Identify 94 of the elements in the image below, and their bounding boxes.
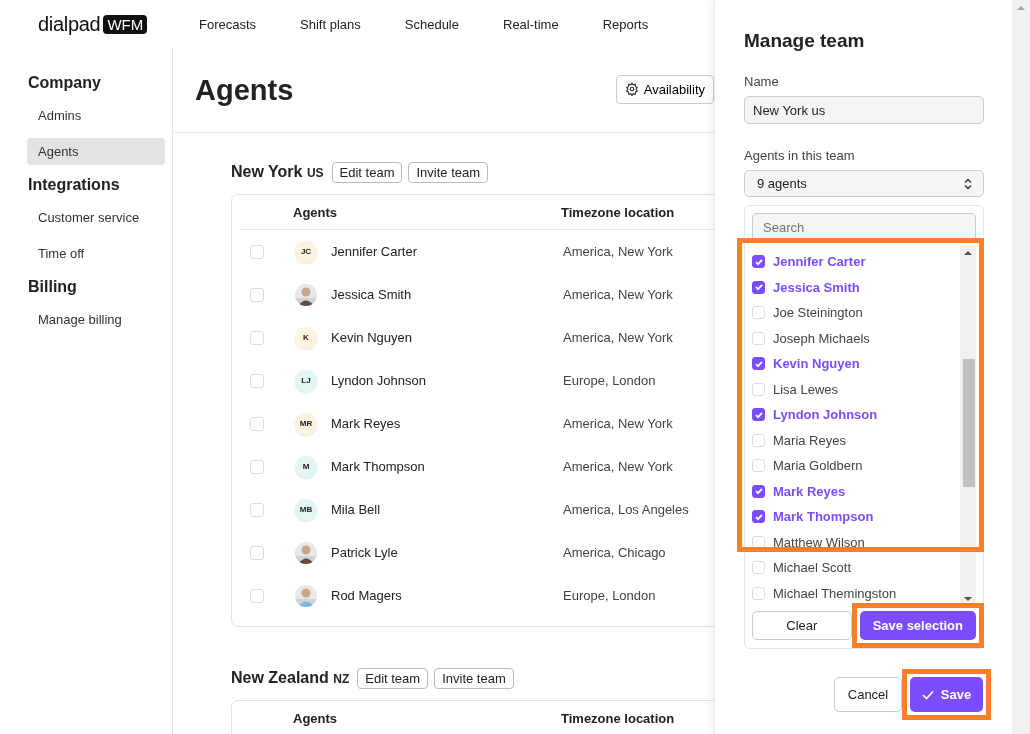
edit-team-button[interactable]: Edit team: [357, 667, 429, 689]
row-checkbox[interactable]: [250, 416, 264, 431]
sidebar-heading: Billing: [28, 278, 77, 296]
nav-link[interactable]: Forecasts: [199, 16, 257, 32]
timezone-cell: America, New York: [563, 287, 673, 302]
row-checkbox[interactable]: [250, 459, 264, 474]
team-name: New Zealand NZ: [231, 669, 350, 687]
logo-badge: WFM: [103, 14, 148, 34]
team-name: New York US: [231, 163, 324, 181]
agent-option[interactable]: Jessica Smith: [773, 279, 860, 295]
row-checkbox[interactable]: [250, 330, 264, 345]
save-selection-button[interactable]: Save selection: [859, 611, 976, 640]
agent-name: Mark Thompson: [331, 459, 426, 474]
invite-team-button[interactable]: Invite team: [408, 161, 489, 183]
timezone-cell: America, Chicago: [563, 545, 666, 560]
timezone-cell: Europe, London: [563, 588, 656, 603]
agent-checkbox[interactable]: [752, 280, 765, 294]
agent-checkbox[interactable]: [752, 510, 765, 524]
page-title: Agents: [195, 73, 294, 107]
timezone-cell: America, New York: [563, 330, 673, 345]
agent-checkbox[interactable]: [752, 255, 765, 269]
agent-option[interactable]: Lyndon Johnson: [773, 407, 878, 423]
nav-link[interactable]: Shift plans: [300, 16, 361, 32]
column-header: Agents: [293, 710, 339, 726]
row-checkbox[interactable]: [250, 373, 264, 388]
name-field[interactable]: New York us: [744, 96, 984, 124]
availability-button[interactable]: Availability: [615, 74, 714, 104]
sidebar-heading: Company: [28, 74, 101, 92]
sidebar-item[interactable]: Agents: [27, 138, 165, 165]
timezone-cell: America, New York: [563, 244, 673, 259]
agent-option[interactable]: Mark Thompson: [773, 509, 874, 525]
agent-checkbox[interactable]: [752, 408, 765, 422]
agent-checkbox[interactable]: [752, 484, 765, 498]
invite-team-button[interactable]: Invite team: [434, 667, 514, 689]
column-header: Timezone location: [561, 710, 675, 726]
agent-option[interactable]: Jennifer Carter: [773, 254, 866, 270]
agent-name: Mila Bell: [331, 502, 382, 517]
agent-name: Lyndon Johnson: [331, 373, 427, 388]
edit-team-button[interactable]: Edit team: [331, 161, 403, 183]
timezone-cell: America, New York: [563, 416, 673, 431]
scroll-up-icon[interactable]: [1017, 6, 1025, 10]
column-header: Agents: [293, 204, 339, 220]
field-label: Agents in this team: [744, 148, 856, 163]
sidebar-item[interactable]: Customer service: [27, 204, 165, 231]
check-icon: [921, 689, 934, 700]
row-checkbox[interactable]: [250, 502, 264, 517]
agent-option[interactable]: Matthew Wilson: [773, 534, 865, 550]
agent-checkbox[interactable]: [752, 357, 765, 371]
clear-button[interactable]: Clear: [752, 611, 852, 640]
search-field[interactable]: Search: [752, 213, 976, 241]
agent-name: Patrick Lyle: [331, 545, 399, 560]
sidebar-heading: Integrations: [28, 176, 120, 194]
sidebar-item[interactable]: Time off: [27, 240, 165, 267]
agent-name: Kevin Nguyen: [331, 330, 413, 345]
nav-link[interactable]: Reports: [602, 16, 649, 32]
sidebar-item[interactable]: Admins: [27, 102, 165, 129]
nav-link[interactable]: Schedule: [404, 16, 459, 32]
row-checkbox[interactable]: [250, 287, 264, 302]
gear-icon: [624, 82, 639, 96]
avatar: MR: [295, 412, 317, 435]
avatar: LJ: [295, 369, 317, 392]
agent-name: Mark Reyes: [331, 416, 402, 431]
agent-name: Jessica Smith: [331, 287, 413, 302]
save-button[interactable]: Save: [910, 677, 983, 712]
agent-option[interactable]: Lisa Lewes: [773, 381, 839, 397]
cancel-button[interactable]: Cancel: [834, 677, 902, 712]
nav-link[interactable]: Real-time: [503, 16, 559, 32]
avatar: K: [295, 326, 317, 349]
agent-option[interactable]: Michael Themingston: [773, 585, 897, 601]
timezone-cell: Europe, London: [563, 373, 656, 388]
chevron-icon: [963, 177, 973, 190]
agent-option[interactable]: Michael Scott: [773, 560, 852, 576]
agent-option[interactable]: Kevin Nguyen: [773, 356, 860, 372]
agent-name: Rod Magers: [331, 588, 403, 603]
timezone-cell: America, New York: [563, 459, 673, 474]
timezone-cell: America, Los Angeles: [563, 502, 689, 517]
field-label: Name: [744, 74, 780, 89]
sidebar-item[interactable]: Manage billing: [27, 306, 165, 333]
agents-select[interactable]: 9 agents: [744, 170, 984, 197]
agent-name: Jennifer Carter: [331, 244, 418, 259]
agent-option[interactable]: Mark Reyes: [773, 483, 846, 499]
agent-option[interactable]: Maria Goldbern: [773, 458, 863, 474]
agent-option[interactable]: Maria Reyes: [773, 432, 846, 448]
avatar: M: [295, 455, 317, 478]
agent-option[interactable]: Joseph Michaels: [773, 330, 870, 346]
logo-text: dialpad: [38, 12, 101, 36]
avatar: MB: [295, 498, 317, 521]
column-header: Timezone location: [561, 204, 675, 220]
agent-option[interactable]: Joe Steinington: [773, 305, 863, 321]
row-checkbox[interactable]: [250, 588, 264, 603]
avatar: JC: [295, 240, 317, 263]
panel-title: Manage team: [744, 30, 866, 52]
row-checkbox[interactable]: [250, 545, 264, 560]
row-checkbox[interactable]: [250, 244, 264, 259]
